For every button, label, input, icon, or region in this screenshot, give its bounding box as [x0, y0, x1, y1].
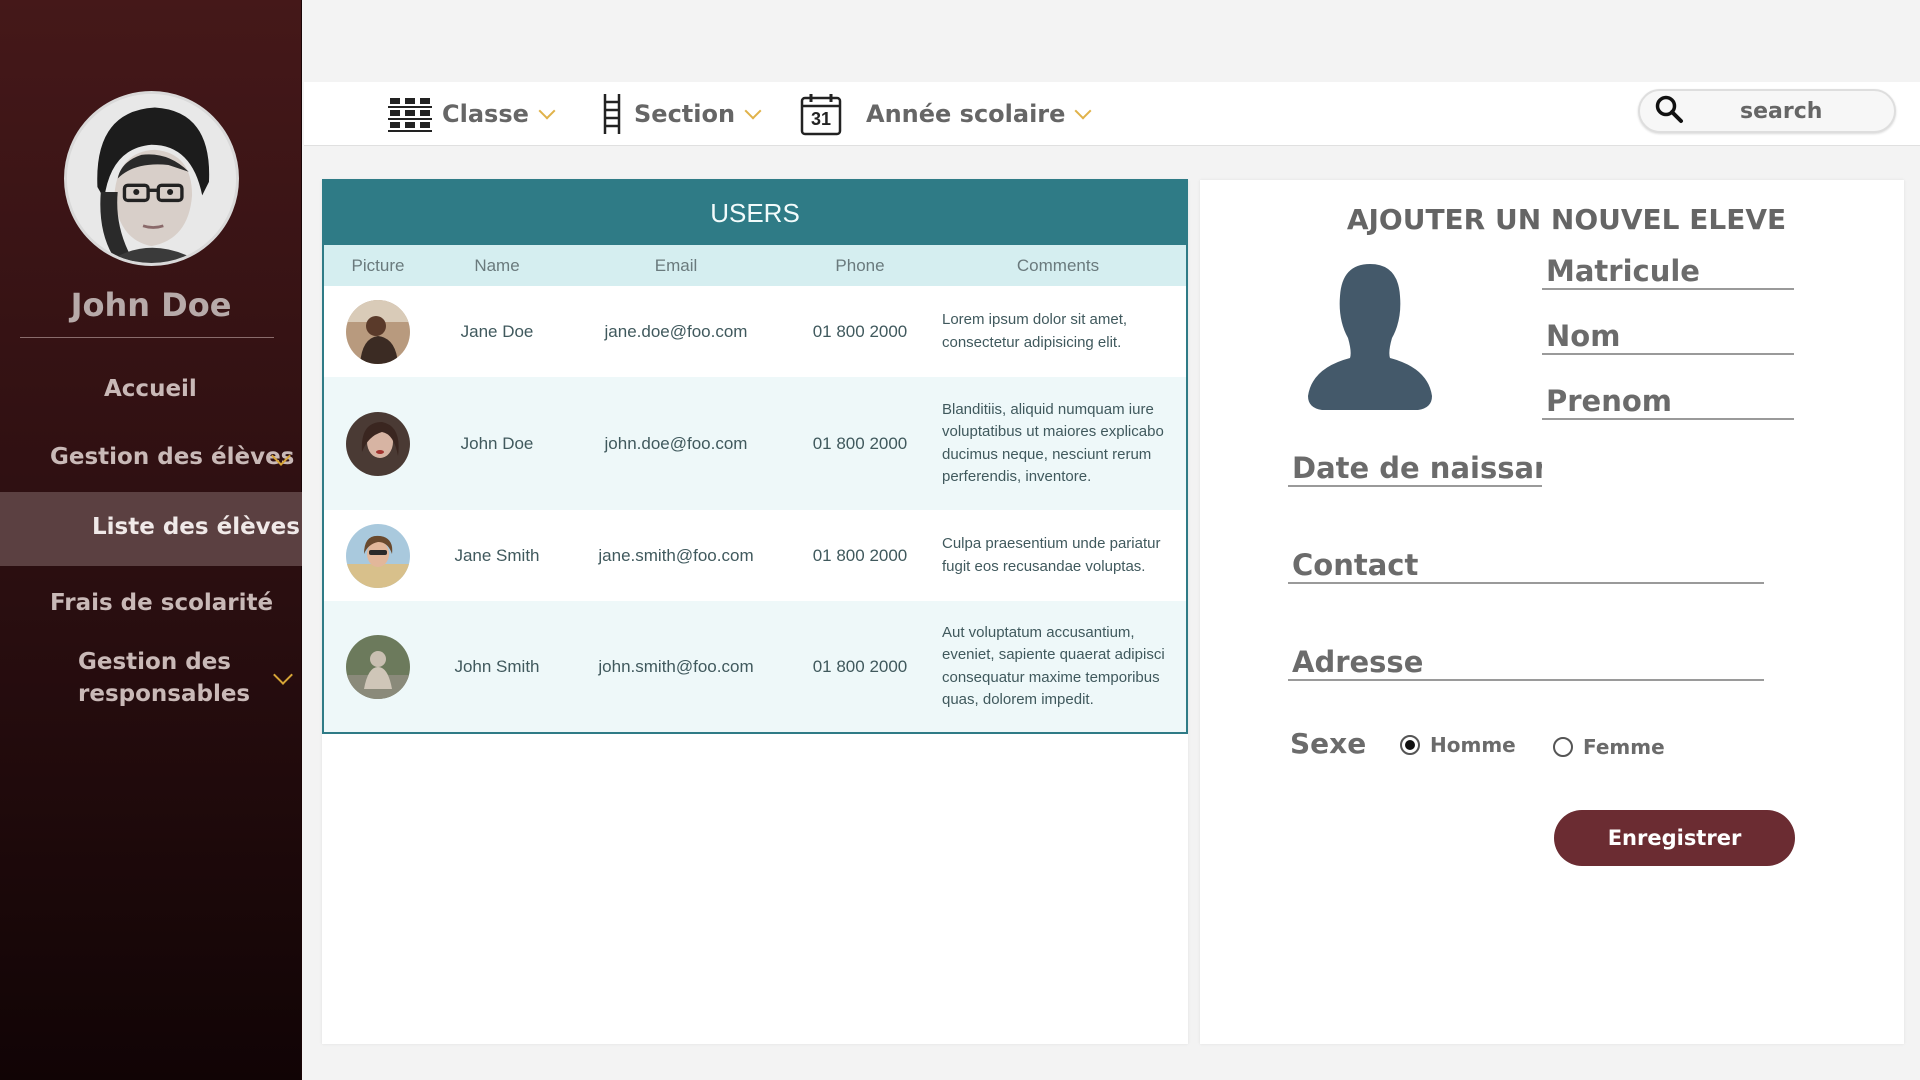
chevron-down-icon — [538, 102, 556, 120]
radio-selected-icon[interactable] — [1400, 735, 1420, 755]
sidebar-item-label: Liste des élèves — [92, 514, 300, 540]
user-comment-cell: Aut voluptatum accusantium, eveniet, sap… — [942, 623, 1165, 709]
user-photo-image — [346, 411, 410, 476]
header-comments: Comments — [1016, 255, 1100, 275]
search-box[interactable] — [1638, 89, 1896, 133]
date-naissance-field[interactable] — [1288, 451, 1542, 487]
user-comment-cell: Lorem ipsum dolor sit amet, consectetur … — [942, 311, 1128, 351]
adresse-input[interactable] — [1288, 645, 1764, 679]
form-title: AJOUTER UN NOUVEL ELEVE — [1346, 203, 1787, 236]
table-row[interactable]: Jane Doe jane.doe@foo.com 01 800 2000 Lo… — [324, 286, 1186, 377]
users-table: USERS Picture Name Email Phone Comments … — [322, 179, 1188, 734]
calendar-icon: 31 — [800, 92, 842, 136]
filter-label: Classe — [442, 100, 529, 128]
users-table-body: Jane Doe jane.doe@foo.com 01 800 2000 Lo… — [324, 286, 1186, 732]
sidebar-item-label: Frais de scolarité — [50, 590, 274, 616]
radio-homme[interactable]: Homme — [1400, 733, 1516, 757]
prenom-input[interactable] — [1542, 384, 1794, 418]
user-photo-image — [346, 634, 410, 699]
sidebar-item-frais-scolarite[interactable]: Frais de scolarité — [0, 586, 302, 622]
user-avatar[interactable] — [64, 91, 239, 266]
user-email-cell: jane.doe@foo.com — [604, 321, 748, 341]
ladder-icon — [600, 92, 624, 136]
chevron-down-icon — [273, 665, 293, 685]
contact-input[interactable] — [1288, 548, 1764, 582]
radio-label: Homme — [1430, 733, 1516, 757]
header-name: Name — [474, 255, 520, 275]
seats-grid-icon — [388, 95, 432, 133]
enregistrer-button[interactable]: Enregistrer — [1554, 810, 1795, 866]
user-name-cell: Jane Doe — [460, 321, 534, 341]
user-phone-cell: 01 800 2000 — [812, 433, 908, 453]
header-email: Email — [654, 255, 698, 275]
user-comment-cell: Culpa praesentium unde pariatur fugit eo… — [942, 535, 1161, 575]
radio-label: Femme — [1583, 735, 1665, 759]
sidebar-item-liste-eleves[interactable]: Liste des élèves — [0, 492, 302, 566]
sidebar-item-gestion-eleves[interactable]: Gestion des élèves — [0, 440, 302, 476]
user-email-cell: john.doe@foo.com — [604, 433, 748, 453]
user-photo — [324, 523, 432, 588]
sidebar-item-gestion-responsables[interactable]: Gestion des responsables — [0, 642, 302, 712]
chevron-down-icon — [744, 102, 762, 120]
filter-label: Section — [634, 100, 736, 128]
header-picture: Picture — [351, 255, 405, 275]
sidebar-item-label: Gestion des responsables — [78, 649, 251, 707]
users-table-title: USERS — [324, 181, 1186, 245]
user-photo — [324, 299, 432, 364]
user-email-cell: jane.smith@foo.com — [598, 545, 754, 565]
user-photo — [324, 411, 432, 476]
prenom-field[interactable] — [1542, 384, 1794, 420]
user-phone-cell: 01 800 2000 — [812, 321, 908, 341]
chevron-down-icon — [1074, 102, 1092, 120]
user-photo — [324, 634, 432, 699]
filter-annee-scolaire[interactable]: 31 Année scolaire — [800, 82, 1092, 146]
filter-classe[interactable]: Classe — [388, 82, 556, 146]
date-naissance-input[interactable] — [1288, 451, 1542, 485]
search-icon — [1654, 94, 1684, 129]
calendar-day-text: 31 — [810, 109, 832, 129]
table-row[interactable]: John Smith john.smith@foo.com 01 800 200… — [324, 601, 1186, 732]
filter-label: Année scolaire — [866, 100, 1066, 128]
radio-femme[interactable]: Femme — [1553, 735, 1665, 759]
nom-field[interactable] — [1542, 319, 1794, 355]
user-email-cell: john.smith@foo.com — [598, 656, 754, 676]
user-name-cell: John Smith — [454, 656, 540, 676]
sidebar-divider — [20, 337, 274, 338]
adresse-field[interactable] — [1288, 645, 1764, 681]
table-row[interactable]: John Doe john.doe@foo.com 01 800 2000 Bl… — [324, 377, 1186, 510]
user-photo-image — [346, 299, 410, 364]
radio-unselected-icon[interactable] — [1553, 737, 1573, 757]
matricule-input[interactable] — [1542, 254, 1794, 288]
sidebar-item-label: Gestion des élèves — [50, 444, 295, 470]
users-table-header: Picture Name Email Phone Comments — [324, 245, 1186, 286]
contact-field[interactable] — [1288, 548, 1764, 584]
user-phone-cell: 01 800 2000 — [812, 656, 908, 676]
avatar-portrait-icon — [67, 94, 236, 263]
sidebar-item-accueil[interactable]: Accueil — [0, 372, 302, 408]
user-name-cell: Jane Smith — [454, 545, 540, 565]
sexe-label: Sexe — [1290, 727, 1367, 760]
table-row[interactable]: Jane Smith jane.smith@foo.com 01 800 200… — [324, 510, 1186, 601]
user-name-cell: John Doe — [460, 433, 534, 453]
filter-section[interactable]: Section — [600, 82, 762, 146]
user-photo-image — [346, 523, 410, 588]
user-name: John Doe — [70, 286, 232, 324]
sidebar: John Doe Accueil Gestion des élèves List… — [0, 0, 302, 1080]
nom-input[interactable] — [1542, 319, 1794, 353]
matricule-field[interactable] — [1542, 254, 1794, 290]
person-silhouette-icon — [1308, 264, 1432, 410]
search-input[interactable] — [1740, 98, 1890, 124]
user-comment-cell: Blanditiis, aliquid numquam iure volupta… — [942, 400, 1164, 486]
user-phone-cell: 01 800 2000 — [812, 545, 908, 565]
sidebar-item-label: Accueil — [104, 376, 197, 402]
header-phone: Phone — [835, 255, 885, 275]
